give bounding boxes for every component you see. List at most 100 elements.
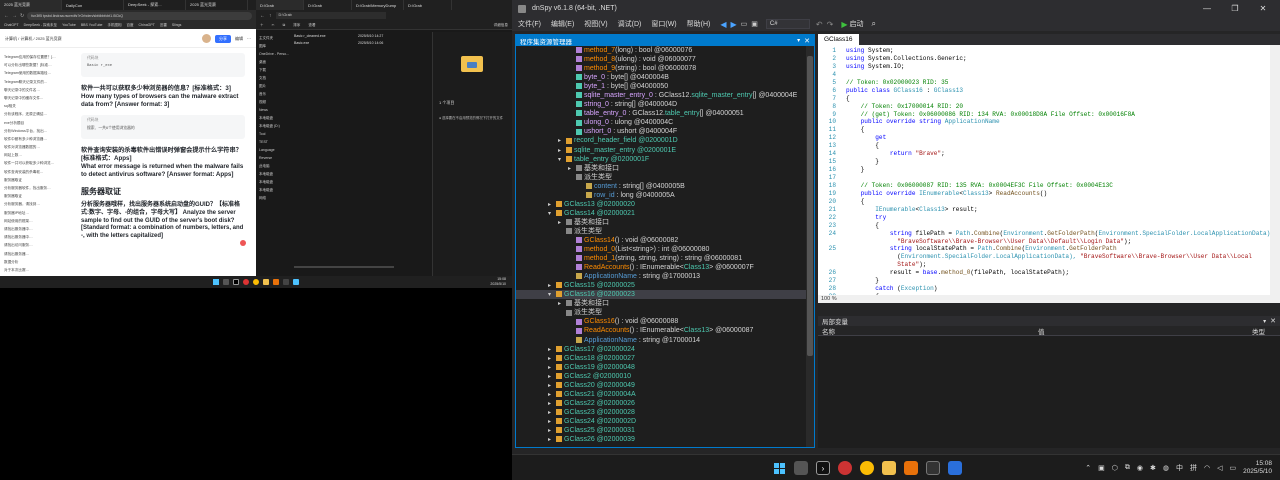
tree-node[interactable]: ▾ table_entry @0200001F [516,155,806,164]
app-icon[interactable] [948,461,962,475]
outline-item[interactable]: 软件一共可以获取多少种浏览… [4,159,72,167]
tree-node[interactable]: ▸ GClass13 @02000020 [516,200,806,209]
outline-item[interactable]: 服务器取证 [4,176,72,184]
tree-node[interactable]: content : string[] @0400005B [516,182,806,191]
outline-item[interactable]: 分析服务器，请找到… [4,200,72,208]
tree-node[interactable]: method_9(string) : bool @06000078 [516,64,806,73]
save-icon[interactable]: ▣ [751,20,758,28]
column-name[interactable]: 名称 [822,326,1038,336]
tree-node[interactable]: ushort_0 : ushort @0400004F [516,127,806,136]
zoom-level[interactable]: 100 % [821,296,837,302]
tree-node[interactable]: ApplicationName : string @17000014 [516,336,806,345]
outline-item[interactable]: 服务器取证 [4,192,72,200]
outline-item[interactable]: 软件查询安装的杀毒软… [4,168,72,176]
app-icon[interactable] [293,279,299,285]
outline-item[interactable]: sql相关 [4,102,72,110]
clock[interactable]: 15:08 2025/5/10 [490,277,506,286]
start-button[interactable]: 启动 [849,19,863,29]
nav-item[interactable]: 本地磁盘 [259,178,289,186]
column-value[interactable]: 值 [1038,326,1252,336]
tree-node[interactable]: ulong_0 : ulong @0400004C [516,118,806,127]
explorer-tab[interactable]: D:\Grab [404,0,452,10]
pin-icon[interactable]: ▾ [797,37,800,44]
view-button[interactable]: 查看 [308,23,315,28]
outline-item[interactable]: 可以分析出哪些数据？[标准… [4,61,72,69]
app-icon[interactable] [926,461,940,475]
more-icon[interactable]: ⋯ [247,36,251,41]
menu-view[interactable]: 视图(V) [584,19,607,29]
up-icon[interactable]: ↑ [269,13,272,19]
outline-item[interactable]: 请找出服务器… [4,250,72,258]
menu-debug[interactable]: 调试(D) [618,19,642,29]
clock[interactable]: 15:08 2025/5/10 [1243,460,1272,476]
bookmark[interactable]: 百度 [127,23,134,28]
chrome-icon[interactable] [860,461,874,475]
browser-tab[interactable]: DailyCon [62,0,124,10]
bookmark[interactable]: ChatGPT [4,23,19,27]
minimize-icon[interactable]: — [1196,4,1218,13]
outline-item[interactable]: 请找出服务器中… [4,233,72,241]
column-type[interactable]: 类型 [1252,326,1265,336]
outline-item[interactable]: 网站上数… [4,151,72,159]
nav-item[interactable]: Reverse [259,154,289,162]
browser-tab[interactable]: 2025 蓝光竞赛 [0,0,62,10]
chevron-up-icon[interactable]: ⌃ [1085,464,1091,472]
taskview-icon[interactable] [223,279,229,285]
nav-item[interactable]: 图库 [259,42,289,50]
bookmark[interactable]: DeepSeek - 探索未至 [24,23,57,28]
tree-node[interactable]: ▸ sqlite_master_entry @0200001E [516,146,806,155]
outline-item[interactable]: Telegram使用的数据库路径… [4,69,72,77]
nav-item[interactable]: 本地磁盘 (D:) [259,122,289,130]
pin-icon[interactable]: ▾ [1263,318,1266,325]
explorer-tab[interactable]: D:\Grab [256,0,304,10]
details-button[interactable]: 详细信息 [494,23,508,28]
tree-scrollbar[interactable] [806,46,814,447]
bookmark[interactable]: BBS YouTube [81,23,103,27]
tray-app-icon[interactable]: ◍ [1163,464,1169,472]
bluetooth-icon[interactable]: ✱ [1150,464,1156,472]
start-icon[interactable]: ▶ [841,20,847,29]
tree-node[interactable]: ▸ GClass15 @02000025 [516,281,806,290]
explorer-icon[interactable] [263,279,269,285]
tree-node[interactable]: ▾ GClass16 @02000023 [516,290,806,300]
tree-node[interactable]: method_7(long) : bool @06000076 [516,46,806,55]
forward-icon[interactable]: → [12,13,17,19]
breadcrumb[interactable]: 计算机 / 计算机 / 2025 蓝光竞赛 [5,36,198,42]
explorer-tab[interactable]: D:\Grab\MemoryDump [352,0,404,10]
app-icon[interactable] [243,279,249,285]
tree-node[interactable]: ▸ 基类和接口 [516,299,806,308]
new-button[interactable]: ＋ [260,23,264,28]
bookmark[interactable]: 迅雷 [160,23,167,28]
floating-help-icon[interactable] [240,240,246,246]
outline-item[interactable]: Telegram应用的保存位置是？[… [4,53,72,61]
tree-node[interactable]: 派生类型 [516,173,806,182]
language-select[interactable]: C# [765,19,810,29]
tray-app-icon[interactable]: ⧉ [1125,464,1130,472]
nav-item[interactable]: 文档 [259,74,289,82]
tree-node[interactable]: GClass16() : void @06000088 [516,317,806,326]
ime-mode[interactable]: 拼 [1190,463,1197,473]
outline-item[interactable]: 分析服务器软件，找出服务… [4,184,72,192]
taskview-icon[interactable] [794,461,808,475]
editor-tab[interactable]: GClass16 [818,34,859,45]
tree-node[interactable]: 派生类型 [516,227,806,236]
nav-item[interactable]: 下载 [259,66,289,74]
expand-icon[interactable]: ▸ [548,436,556,445]
outline-item[interactable]: Telegram聊天记录文件的… [4,78,72,86]
bookmark[interactable]: Slings [172,23,182,27]
tree-node[interactable]: ▸ GClass25 @02000031 [516,426,806,435]
tree-node[interactable]: string_0 : string[] @0400004D [516,100,806,109]
close-icon[interactable]: ✕ [1270,317,1276,325]
outline-item[interactable]: 软件对浏览器数据的… [4,143,72,151]
tree-node[interactable]: ▸ GClass26 @02000039 [516,435,806,444]
redo-icon[interactable]: ↷ [827,20,834,29]
browser-tab[interactable]: DeepSeek - 探索... [124,0,186,10]
tree-node[interactable]: GClass14() : void @06000082 [516,236,806,245]
wifi-icon[interactable]: ◠ [1204,464,1210,472]
sort-button[interactable]: 排序 [293,23,300,28]
tree-node[interactable]: byte_1 : byte[] @04000050 [516,82,806,91]
tray-app-icon[interactable]: ⬡ [1112,464,1118,472]
tree-node[interactable]: ▸ record_header_field @0200001D [516,136,806,145]
tree-node[interactable]: 派生类型 [516,308,806,317]
tree-node[interactable]: sqlite_master_entry_0 : GClass12.sqlite_… [516,91,806,100]
